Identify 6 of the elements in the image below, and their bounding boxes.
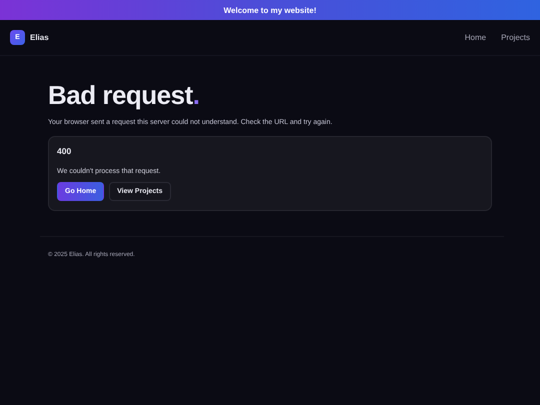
nav-link[interactable]: Projects xyxy=(501,33,530,42)
error-code: 400 xyxy=(57,146,72,156)
announcement-banner: Welcome to my website! xyxy=(0,0,540,20)
brand-name[interactable]: Elias xyxy=(30,33,49,42)
nav-link[interactable]: Home xyxy=(464,33,486,42)
page-title: Bad request. xyxy=(48,80,200,111)
